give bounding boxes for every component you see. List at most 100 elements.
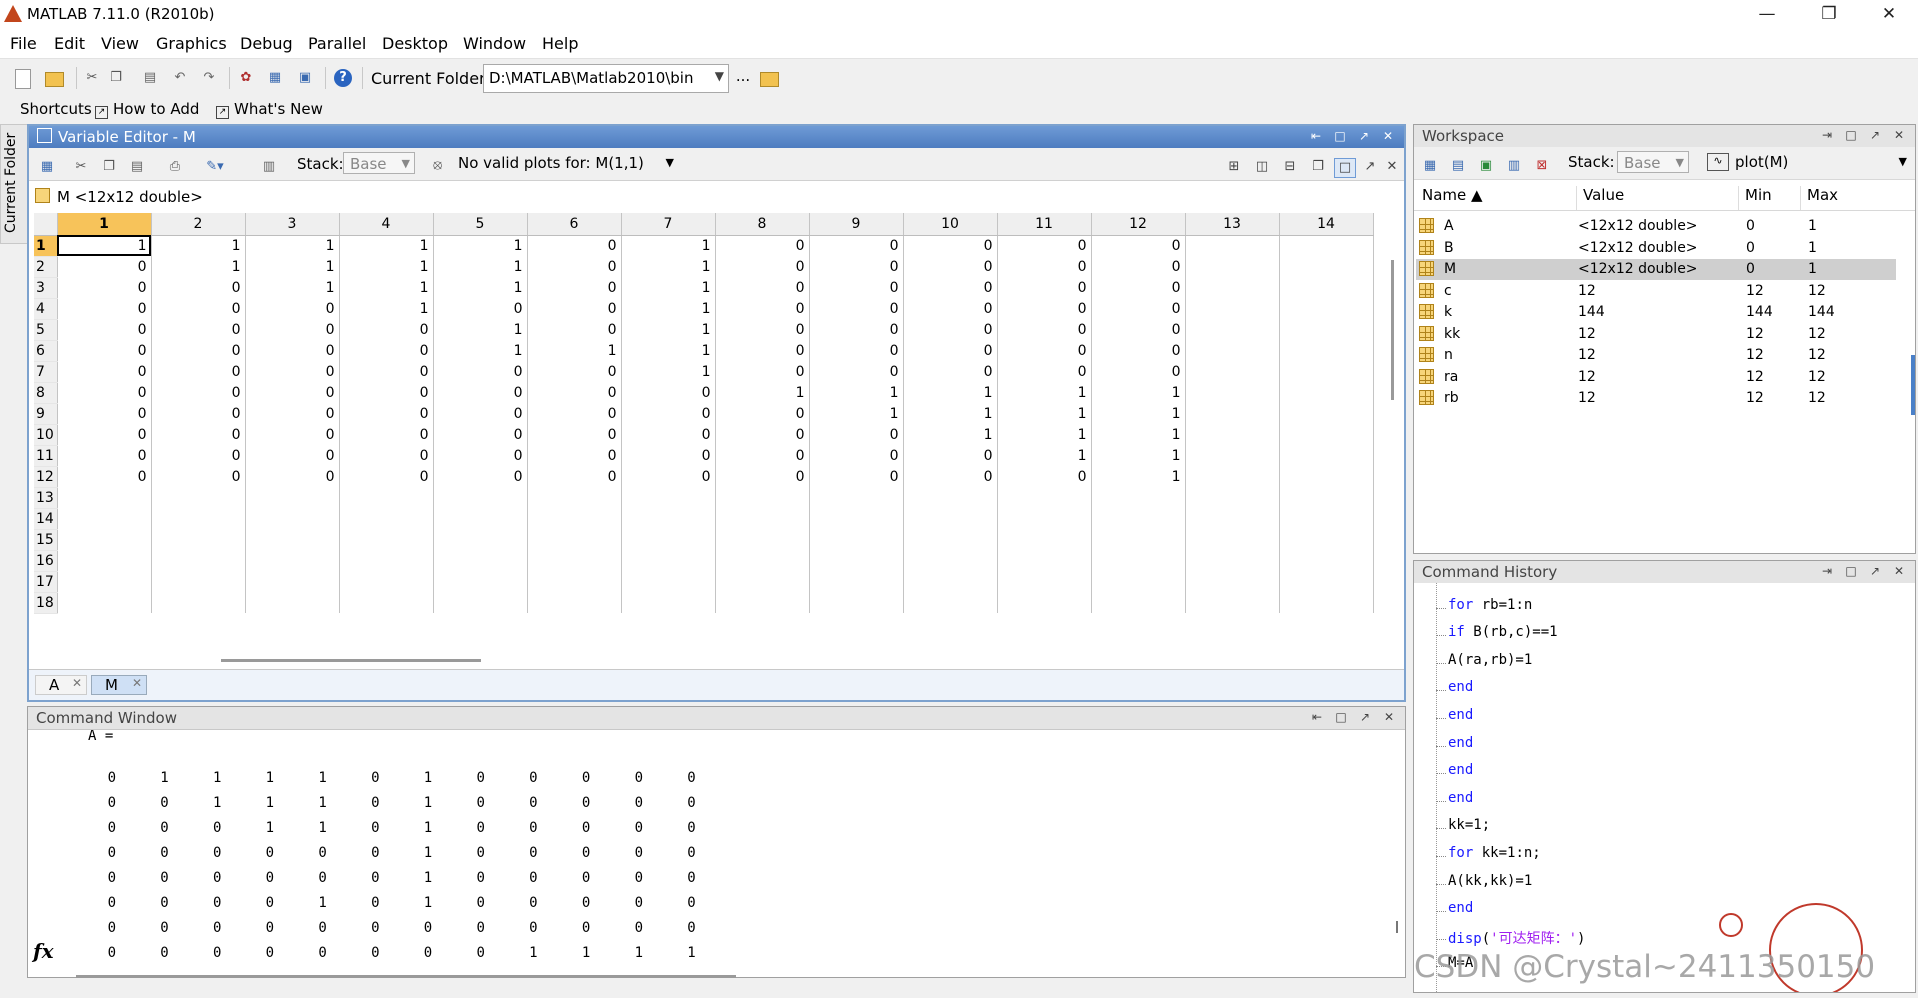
- grid-cell[interactable]: 0: [715, 424, 810, 445]
- grid-cell[interactable]: [57, 487, 152, 508]
- grid-cell[interactable]: [621, 529, 716, 550]
- dock-icon[interactable]: ⇤: [1309, 709, 1325, 725]
- grid-cell[interactable]: 0: [1091, 235, 1186, 256]
- grid-cell[interactable]: [433, 550, 528, 571]
- history-line[interactable]: end: [1448, 762, 1473, 778]
- grid-cell[interactable]: 0: [339, 466, 434, 487]
- grid-cell[interactable]: 1: [245, 235, 340, 256]
- grid-cell[interactable]: [1279, 382, 1374, 403]
- restore-button[interactable]: ❐: [1806, 0, 1852, 29]
- undock-icon[interactable]: ↗: [1360, 158, 1380, 176]
- grid-cell[interactable]: [57, 571, 152, 592]
- grid-column-header[interactable]: 8: [715, 213, 810, 236]
- cut-icon[interactable]: ✂: [82, 69, 102, 87]
- vertical-scrollbar[interactable]: [1391, 260, 1394, 400]
- undock-icon[interactable]: ↗: [1867, 127, 1883, 143]
- grid-cell[interactable]: [809, 529, 904, 550]
- grid-cell[interactable]: 1: [527, 340, 622, 361]
- grid-cell[interactable]: [1091, 550, 1186, 571]
- grid-cell[interactable]: [151, 571, 246, 592]
- stack-select[interactable]: Base ▼: [1617, 151, 1689, 173]
- grid-row-header[interactable]: 9: [34, 403, 58, 425]
- plot-select[interactable]: ⦻ No valid plots for: M(1,1) ▼: [428, 152, 678, 176]
- copy-icon[interactable]: ❐: [99, 158, 119, 176]
- grid-cell[interactable]: 0: [715, 445, 810, 466]
- grid-cell[interactable]: 1: [903, 382, 998, 403]
- grid-cell[interactable]: 0: [621, 382, 716, 403]
- grid-cell[interactable]: [1279, 466, 1374, 487]
- float-icon[interactable]: ❐: [1308, 158, 1328, 176]
- tile-vertical-icon[interactable]: ◫: [1252, 158, 1272, 176]
- grid-cell[interactable]: [1185, 466, 1280, 487]
- paste-icon[interactable]: ▤: [140, 69, 160, 87]
- grid-column-header[interactable]: 14: [1279, 213, 1374, 236]
- grid-cell[interactable]: [527, 571, 622, 592]
- save-icon[interactable]: ▥: [1504, 157, 1524, 175]
- grid-cell[interactable]: [1185, 340, 1280, 361]
- grid-cell[interactable]: 0: [433, 382, 528, 403]
- grid-cell[interactable]: [339, 529, 434, 550]
- grid-cell[interactable]: 0: [997, 466, 1092, 487]
- grid-cell[interactable]: 1: [245, 256, 340, 277]
- grid-cell[interactable]: 1: [997, 445, 1092, 466]
- grid-cell[interactable]: 0: [57, 319, 152, 340]
- grid-cell[interactable]: 0: [1091, 256, 1186, 277]
- stack-select[interactable]: Base ▼: [343, 152, 415, 174]
- grid-cell[interactable]: 0: [151, 403, 246, 424]
- workspace-row[interactable]: M <12x12 double> 0 1: [1416, 259, 1896, 280]
- grid-cell[interactable]: 0: [245, 319, 340, 340]
- grid-cell[interactable]: [1185, 508, 1280, 529]
- grid-cell[interactable]: 1: [715, 382, 810, 403]
- grid-cell[interactable]: 0: [715, 340, 810, 361]
- grid-cell[interactable]: 0: [715, 319, 810, 340]
- grid-cell[interactable]: [151, 508, 246, 529]
- grid-cell[interactable]: 1: [1091, 445, 1186, 466]
- new-variable-icon[interactable]: ▦: [1420, 157, 1440, 175]
- grid-cell[interactable]: 0: [809, 319, 904, 340]
- grid-column-header[interactable]: 9: [809, 213, 904, 236]
- grid-cell[interactable]: [715, 592, 810, 613]
- grid-cell[interactable]: 0: [903, 445, 998, 466]
- grid-cell[interactable]: [621, 592, 716, 613]
- grid-cell[interactable]: 0: [527, 466, 622, 487]
- vertical-scrollbar[interactable]: [1396, 921, 1398, 933]
- grid-cell[interactable]: 1: [1091, 466, 1186, 487]
- grid-cell[interactable]: [1279, 487, 1374, 508]
- grid-row-header[interactable]: 17: [34, 571, 58, 593]
- grid-cell[interactable]: 1: [57, 235, 152, 256]
- menu-debug[interactable]: Debug: [240, 34, 293, 53]
- grid-cell[interactable]: 0: [809, 466, 904, 487]
- grid-cell[interactable]: 1: [809, 403, 904, 424]
- grid-cell[interactable]: [433, 508, 528, 529]
- help-icon[interactable]: ?: [334, 69, 352, 87]
- grid-cell[interactable]: 1: [339, 298, 434, 319]
- grid-cell[interactable]: [1279, 256, 1374, 277]
- grid-cell[interactable]: 0: [809, 424, 904, 445]
- grid-cell[interactable]: 1: [621, 319, 716, 340]
- grid-cell[interactable]: 0: [715, 277, 810, 298]
- grid-cell[interactable]: 0: [809, 340, 904, 361]
- grid-cell[interactable]: [1185, 529, 1280, 550]
- grid-cell[interactable]: 1: [621, 256, 716, 277]
- grid-cell[interactable]: [57, 508, 152, 529]
- grid-cell[interactable]: 0: [621, 424, 716, 445]
- maximize-icon[interactable]: □: [1843, 563, 1859, 579]
- grid-cell[interactable]: 0: [433, 466, 528, 487]
- grid-cell[interactable]: 0: [245, 424, 340, 445]
- grid-cell[interactable]: 1: [621, 340, 716, 361]
- grid-cell[interactable]: [1279, 529, 1374, 550]
- grid-column-header[interactable]: 2: [151, 213, 246, 236]
- grid-cell[interactable]: [715, 487, 810, 508]
- grid-cell[interactable]: 0: [997, 361, 1092, 382]
- grid-cell[interactable]: [339, 550, 434, 571]
- tile-grid-icon[interactable]: ⊞: [1224, 158, 1244, 176]
- grid-cell[interactable]: [245, 592, 340, 613]
- grid-cell[interactable]: [997, 508, 1092, 529]
- menu-desktop[interactable]: Desktop: [382, 34, 448, 53]
- grid-cell[interactable]: [151, 529, 246, 550]
- grid-row-header[interactable]: 6: [34, 340, 58, 362]
- paste-icon[interactable]: ▤: [127, 158, 147, 176]
- grid-cell[interactable]: 1: [1091, 403, 1186, 424]
- grid-cell[interactable]: 1: [433, 277, 528, 298]
- history-line[interactable]: rb=1;: [1448, 583, 1490, 585]
